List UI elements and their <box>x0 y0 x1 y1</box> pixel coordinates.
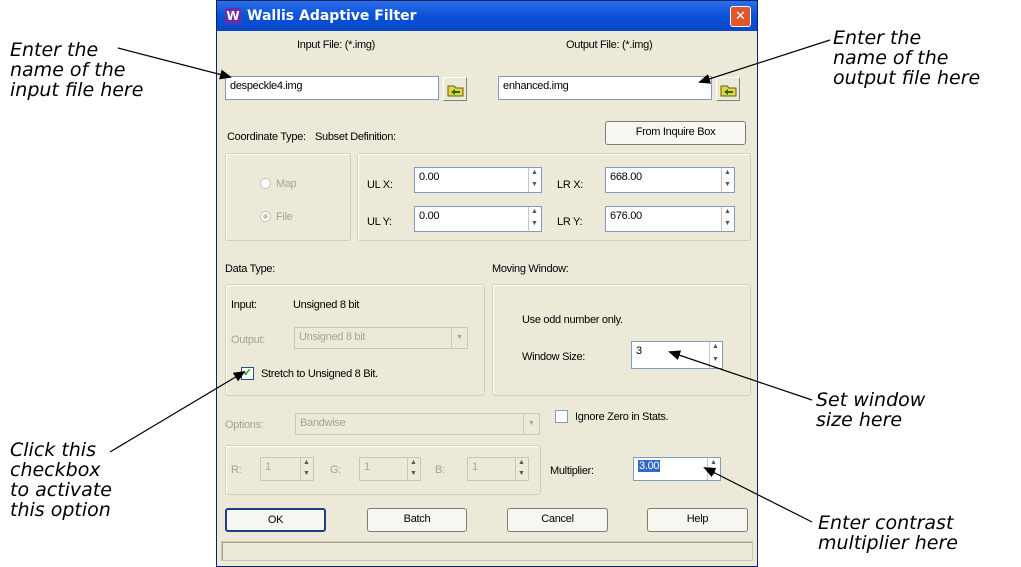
arrow-input <box>117 47 232 80</box>
arrow-output <box>698 39 831 84</box>
callout-arrows <box>109 39 831 523</box>
arrow-window <box>668 350 813 401</box>
arrow-multiplier <box>703 467 813 523</box>
arrow-checkbox <box>109 370 246 453</box>
